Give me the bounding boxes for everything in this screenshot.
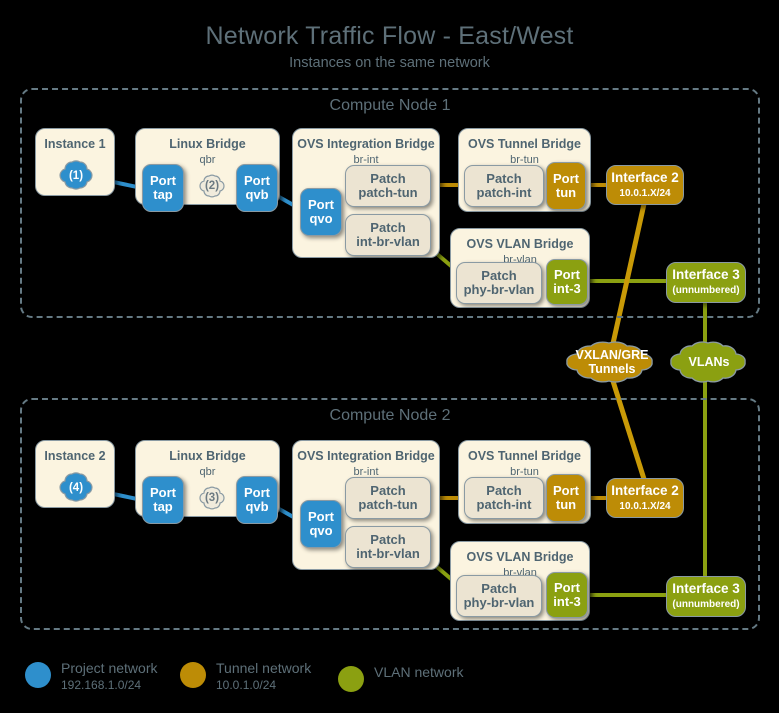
port-int3-2[interactable]: Port int-3	[546, 572, 588, 618]
compute-node-2-title: Compute Node 2	[329, 407, 451, 424]
interface-3-node-2-name: Interface 3	[672, 581, 740, 596]
integration-bridge-1-name: OVS Integration Bridge	[297, 137, 435, 151]
instance-2-cloud-label: (4)	[68, 482, 84, 494]
interface-3-node-1-name: Interface 3	[672, 267, 740, 282]
interface-3-node-2[interactable]: Interface 3 (unnumbered)	[666, 576, 746, 617]
vlans-cloud: VLANs	[659, 340, 759, 384]
legend-dot-tunnel-network	[180, 662, 206, 688]
port-tap-1[interactable]: Port tap	[142, 164, 184, 212]
instance-1-cloud: (1)	[54, 156, 98, 196]
vxlan-gre-tunnels-cloud: VXLAN/GRE Tunnels	[553, 340, 671, 384]
instance-2-title: Instance 2	[44, 449, 106, 463]
patch-int-br-vlan-1[interactable]: Patch int-br-vlan	[345, 214, 431, 256]
patch-patch-tun-1[interactable]: Patch patch-tun	[345, 165, 431, 207]
legend-sub-tunnel-network: 10.0.1.0/24	[216, 678, 277, 692]
interface-2-node-2[interactable]: Interface 2 10.0.1.X/24	[606, 478, 684, 518]
linux-bridge-1-name: Linux Bridge	[169, 137, 246, 151]
qbr-cloud-1: (2)	[196, 170, 228, 202]
port-qvb-1[interactable]: Port qvb	[236, 164, 278, 212]
patch-int-br-vlan-2[interactable]: Patch int-br-vlan	[345, 526, 431, 568]
tunnel-bridge-1-name: OVS Tunnel Bridge	[468, 137, 581, 151]
interface-2-node-2-sub: 10.0.1.X/24	[619, 500, 671, 512]
legend-label-project-network: Project network	[61, 660, 158, 676]
interface-2-node-1-name: Interface 2	[611, 169, 679, 185]
instance-1-title: Instance 1	[44, 137, 106, 151]
interface-3-node-2-sub: (unnumbered)	[672, 599, 740, 610]
linux-bridge-1-title: Linux Bridge qbr	[136, 137, 279, 167]
interface-3-node-1[interactable]: Interface 3 (unnumbered)	[666, 262, 746, 303]
legend-sub-project-network: 192.168.1.0/24	[61, 678, 142, 692]
legend-dot-vlan-network	[338, 666, 364, 692]
port-qvo-1[interactable]: Port qvo	[300, 188, 342, 236]
patch-phy-br-vlan-2[interactable]: Patch phy-br-vlan	[456, 575, 542, 617]
page-title: Network Traffic Flow - East/West	[205, 22, 574, 50]
port-tun-1[interactable]: Port tun	[546, 162, 586, 210]
vlan-bridge-1-name: OVS VLAN Bridge	[466, 237, 574, 251]
port-tap-2[interactable]: Port tap	[142, 476, 184, 524]
patch-patch-tun-2[interactable]: Patch patch-tun	[345, 477, 431, 519]
interface-3-node-1-sub: (unnumbered)	[672, 285, 740, 296]
vlan-bridge-2-name: OVS VLAN Bridge	[466, 550, 574, 564]
qbr-cloud-2-label: (3)	[204, 492, 220, 504]
integration-bridge-1-title: OVS Integration Bridge br-int	[293, 137, 439, 167]
port-int3-1[interactable]: Port int-3	[546, 259, 588, 305]
vxlan-gre-tunnels-label: VXLAN/GRE Tunnels	[575, 348, 649, 376]
linux-bridge-2-title: Linux Bridge qbr	[136, 449, 279, 479]
page-subtitle: Instances on the same network	[289, 55, 490, 71]
qbr-cloud-1-label: (2)	[204, 180, 220, 192]
vlans-label: VLANs	[688, 355, 730, 369]
patch-phy-br-vlan-1[interactable]: Patch phy-br-vlan	[456, 262, 542, 304]
tunnel-bridge-2-name: OVS Tunnel Bridge	[468, 449, 581, 463]
linux-bridge-2-name: Linux Bridge	[169, 449, 246, 463]
interface-2-node-2-name: Interface 2	[611, 482, 679, 498]
port-qvo-2[interactable]: Port qvo	[300, 500, 342, 548]
interface-2-node-1[interactable]: Interface 2 10.0.1.X/24	[606, 165, 684, 205]
qbr-cloud-2: (3)	[196, 482, 228, 514]
legend-dot-project-network	[25, 662, 51, 688]
legend-label-vlan-network: VLAN network	[374, 664, 464, 680]
interface-2-node-1-sub: 10.0.1.X/24	[619, 187, 671, 199]
instance-2-cloud: (4)	[54, 468, 98, 508]
instance-1-cloud-label: (1)	[68, 170, 84, 182]
diagram-canvas: Network Traffic Flow - East/West Instanc…	[0, 0, 779, 713]
integration-bridge-2-title: OVS Integration Bridge br-int	[293, 449, 439, 479]
integration-bridge-2-name: OVS Integration Bridge	[297, 449, 435, 463]
port-qvb-2[interactable]: Port qvb	[236, 476, 278, 524]
compute-node-1-title: Compute Node 1	[329, 97, 451, 114]
port-tun-2[interactable]: Port tun	[546, 474, 586, 522]
patch-patch-int-2[interactable]: Patch patch-int	[464, 477, 544, 519]
patch-patch-int-1[interactable]: Patch patch-int	[464, 165, 544, 207]
legend-label-tunnel-network: Tunnel network	[216, 660, 312, 676]
